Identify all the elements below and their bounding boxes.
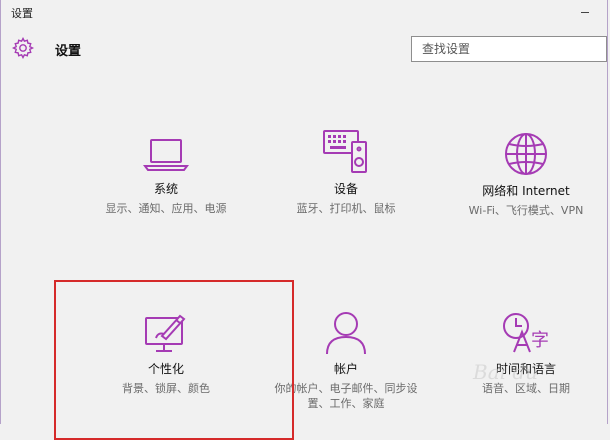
personalization-icon — [145, 314, 186, 352]
tile-label: 网络和 Internet — [482, 184, 570, 198]
window-title: 设置 — [11, 7, 33, 20]
globe-icon — [505, 133, 547, 175]
title-bar: 设置 — [1, 0, 607, 26]
laptop-icon — [143, 139, 189, 171]
tile-label: 帐户 — [333, 362, 358, 376]
tile-system[interactable]: 系统 显示、通知、应用、电源 — [81, 132, 251, 216]
page-title: 设置 — [55, 44, 82, 59]
header: 设置 — [1, 30, 607, 70]
tile-label: 设备 — [333, 182, 358, 196]
tile-devices[interactable]: 设备 蓝牙、打印机、鼠标 — [261, 128, 431, 216]
gear-icon — [11, 36, 35, 60]
tile-accounts[interactable]: 帐户 你的帐户、电子邮件、同步设置、工作、家庭 — [261, 310, 431, 411]
tile-label: 系统 — [153, 182, 178, 196]
time-language-icon: 字 — [503, 313, 549, 353]
devices-icon — [323, 130, 367, 173]
search-box[interactable] — [411, 36, 607, 62]
watermark: Bai du — [473, 360, 539, 384]
tile-label: 个性化 — [147, 362, 184, 376]
tile-description: 蓝牙、打印机、鼠标 — [296, 202, 396, 215]
person-icon — [326, 312, 366, 355]
tile-description: 你的帐户、电子邮件、同步设置、工作、家庭 — [274, 382, 418, 410]
tile-network[interactable]: 网络和 Internet Wi-Fi、飞行模式、VPN — [441, 130, 610, 218]
tile-description: Wi-Fi、飞行模式、VPN — [468, 204, 584, 217]
tile-personalization[interactable]: 个性化 背景、锁屏、颜色 — [81, 312, 251, 396]
tile-description: 显示、通知、应用、电源 — [105, 202, 227, 215]
svg-text:字: 字 — [531, 330, 549, 351]
minimize-button[interactable] — [573, 4, 597, 20]
settings-window: 设置 设置 系统 显示、通知、应用、电源 — [0, 0, 610, 440]
tile-description: 背景、锁屏、颜色 — [122, 382, 210, 395]
search-input[interactable] — [412, 37, 606, 61]
